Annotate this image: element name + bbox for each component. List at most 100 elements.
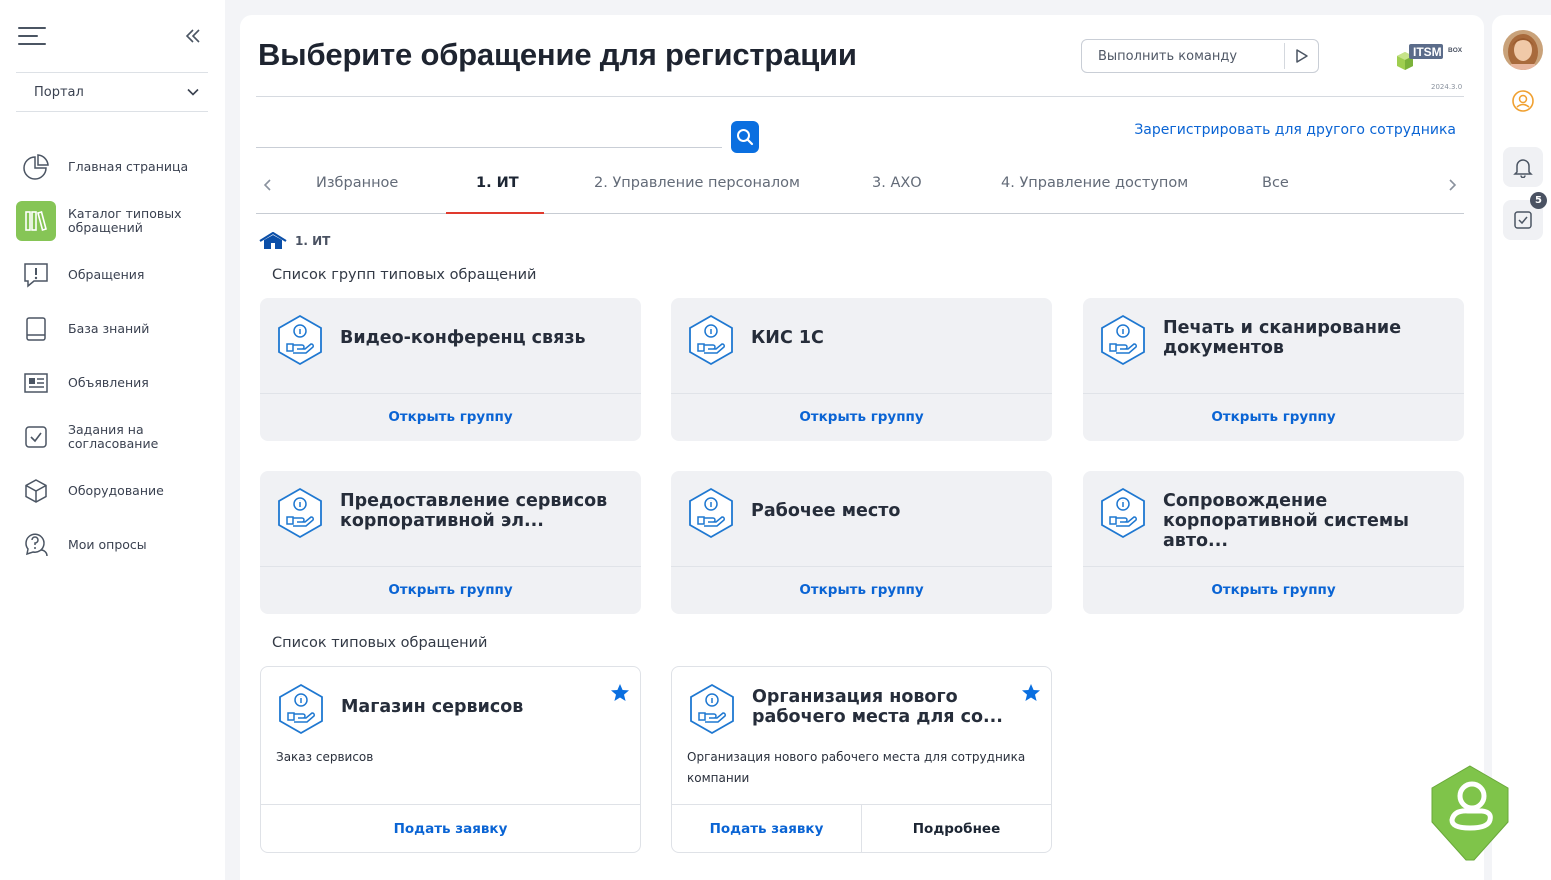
right-rail: 5 xyxy=(1492,15,1551,880)
info-hand-icon xyxy=(1101,314,1145,366)
portal-select-value: Портал xyxy=(34,84,84,100)
sidebar-item-surveys[interactable]: Мои опросы xyxy=(16,518,216,572)
submit-request-button[interactable]: Подать заявку xyxy=(261,805,640,853)
group-card-title: Предоставление сервисов корпоративной эл… xyxy=(340,491,608,531)
request-card-title: Магазин сервисов xyxy=(341,697,524,717)
portal-select[interactable]: Портал xyxy=(16,72,208,112)
notifications-bell-icon[interactable] xyxy=(1503,147,1543,187)
group-card[interactable]: Рабочее место Открыть группу xyxy=(671,471,1052,614)
logo-text: ITSM xyxy=(1413,45,1442,59)
catalog-books-icon xyxy=(16,201,56,241)
sidebar-item-home[interactable]: Главная страница xyxy=(16,140,216,194)
version-label: 2024.3.0 xyxy=(1431,83,1463,91)
sidebar-item-label: Мои опросы xyxy=(68,537,147,552)
logo-sub: BOX xyxy=(1448,47,1463,54)
exclamation-message-icon xyxy=(16,255,56,295)
open-group-link[interactable]: Открыть группу xyxy=(1083,393,1464,441)
breadcrumb: 1. ИТ xyxy=(259,232,330,250)
request-card-description: Организация нового рабочего места для со… xyxy=(687,750,1026,785)
sidebar-nav: Главная страница Каталог типовых обращен… xyxy=(16,140,216,572)
run-command-button[interactable] xyxy=(1284,43,1318,69)
group-card-title: Видео-конференц связь xyxy=(340,328,586,348)
info-hand-icon xyxy=(689,314,733,366)
more-details-button[interactable]: Подробнее xyxy=(861,805,1051,853)
sidebar-item-announcements[interactable]: Объявления xyxy=(16,356,216,410)
search-icon xyxy=(737,129,754,146)
info-hand-icon xyxy=(279,683,323,735)
info-hand-icon xyxy=(278,314,322,366)
request-card-title: Организация нового рабочего места для со… xyxy=(752,687,1003,727)
cube-icon xyxy=(16,471,56,511)
request-card[interactable]: Организация нового рабочего места для со… xyxy=(671,666,1052,853)
assistant-icon xyxy=(1431,765,1509,861)
star-icon[interactable] xyxy=(1021,683,1041,703)
sidebar-item-label: Оборудование xyxy=(68,483,164,498)
command-box xyxy=(1081,39,1319,73)
sidebar-item-label: Главная страница xyxy=(68,159,189,174)
submit-request-button[interactable]: Подать заявку xyxy=(672,805,861,853)
chevron-right-icon xyxy=(1449,179,1457,191)
group-card-title: Рабочее место xyxy=(751,501,901,521)
user-support-icon[interactable] xyxy=(1503,81,1543,121)
request-card-footer: Подать заявку Подробнее xyxy=(672,804,1051,853)
requests-section-title: Список типовых обращений xyxy=(272,635,488,651)
avatar[interactable] xyxy=(1503,30,1543,70)
open-group-link[interactable]: Открыть группу xyxy=(260,393,641,441)
sidebar-item-requests[interactable]: Обращения xyxy=(16,248,216,302)
tab-aho[interactable]: 3. АХО xyxy=(872,175,922,191)
book-icon xyxy=(16,309,56,349)
open-group-link[interactable]: Открыть группу xyxy=(671,393,1052,441)
home-icon[interactable] xyxy=(259,232,287,250)
info-hand-icon xyxy=(690,683,734,735)
assistant-button[interactable] xyxy=(1422,762,1518,864)
request-card-description: Заказ сервисов xyxy=(276,750,374,764)
sidebar-item-label: Объявления xyxy=(68,375,149,390)
tab-hr[interactable]: 2. Управление персоналом xyxy=(594,175,800,191)
info-hand-icon xyxy=(278,487,322,539)
category-tabs: Избранное 1. ИТ 2. Управление персоналом… xyxy=(256,165,1464,214)
sidebar-item-label: Задания на согласование xyxy=(68,422,159,451)
search-button[interactable] xyxy=(731,121,759,153)
page-title: Выберите обращение для регистрации xyxy=(258,37,857,72)
tab-access[interactable]: 4. Управление доступом xyxy=(1001,175,1188,191)
sidebar: Портал Главная страница Каталог типовых … xyxy=(0,0,225,880)
group-card[interactable]: Предоставление сервисов корпоративной эл… xyxy=(260,471,641,614)
command-input[interactable] xyxy=(1082,48,1284,64)
sidebar-item-catalog[interactable]: Каталог типовых обращений xyxy=(16,194,216,248)
group-card[interactable]: Печать и сканирование документов Открыть… xyxy=(1083,298,1464,441)
chevron-left-icon xyxy=(263,179,271,191)
open-group-link[interactable]: Открыть группу xyxy=(1083,566,1464,614)
sidebar-item-equipment[interactable]: Оборудование xyxy=(16,464,216,518)
search-underline xyxy=(256,147,722,148)
breadcrumb-current: 1. ИТ xyxy=(295,234,331,248)
tabs-next-button[interactable] xyxy=(1442,175,1462,195)
collapse-sidebar-icon[interactable] xyxy=(181,24,205,48)
tabs-prev-button[interactable] xyxy=(258,175,278,195)
search-input[interactable] xyxy=(256,125,716,147)
request-card[interactable]: Магазин сервисов Заказ сервисов Подать з… xyxy=(260,666,641,853)
menu-icon[interactable] xyxy=(18,27,46,45)
info-hand-icon xyxy=(1101,487,1145,539)
open-group-link[interactable]: Открыть группу xyxy=(260,566,641,614)
groups-section-title: Список групп типовых обращений xyxy=(272,267,537,283)
group-card[interactable]: КИС 1С Открыть группу xyxy=(671,298,1052,441)
group-card-title: Сопровождение корпоративной системы авто… xyxy=(1163,491,1409,551)
open-group-link[interactable]: Открыть группу xyxy=(671,566,1052,614)
star-icon[interactable] xyxy=(610,683,630,703)
main-panel: Выберите обращение для регистрации ITSM … xyxy=(240,15,1484,880)
tab-all[interactable]: Все xyxy=(1262,175,1289,191)
group-card[interactable]: Сопровождение корпоративной системы авто… xyxy=(1083,471,1464,614)
group-card[interactable]: Видео-конференц связь Открыть группу xyxy=(260,298,641,441)
sidebar-item-label: Обращения xyxy=(68,267,145,282)
chevron-down-icon xyxy=(187,88,199,96)
register-for-other-employee-link[interactable]: Зарегистрировать для другого сотрудника xyxy=(1134,122,1456,138)
divider xyxy=(256,96,1464,97)
sidebar-item-label: Каталог типовых обращений xyxy=(68,206,182,235)
sidebar-item-knowledge-base[interactable]: База знаний xyxy=(16,302,216,356)
group-card-title: Печать и сканирование документов xyxy=(1163,318,1402,358)
newspaper-icon xyxy=(16,363,56,403)
sidebar-item-approvals[interactable]: Задания на согласование xyxy=(16,410,216,464)
tab-it[interactable]: 1. ИТ xyxy=(476,175,519,191)
question-bubble-icon xyxy=(16,525,56,565)
tab-favorites[interactable]: Избранное xyxy=(316,175,398,191)
